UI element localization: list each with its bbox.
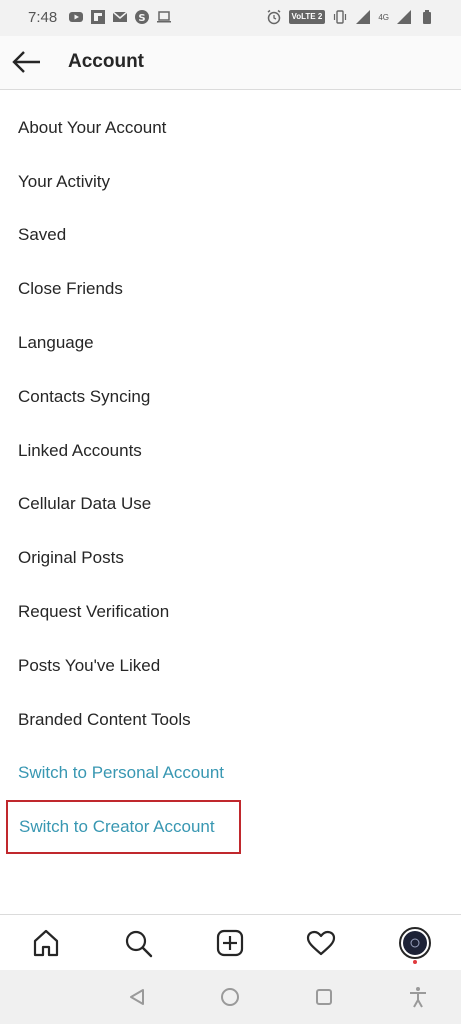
tab-search[interactable] bbox=[120, 925, 156, 961]
system-status-icons: VoLTE 2 4G bbox=[266, 9, 436, 25]
back-triangle-icon bbox=[130, 989, 144, 1005]
vibrate-icon bbox=[334, 10, 347, 24]
menu-item-about-your-account[interactable]: About Your Account bbox=[0, 101, 461, 155]
home-icon bbox=[33, 929, 59, 957]
menu-item-close-friends[interactable]: Close Friends bbox=[0, 262, 461, 316]
menu-item-contacts-syncing[interactable]: Contacts Syncing bbox=[0, 370, 461, 424]
skype-icon: S bbox=[135, 10, 149, 24]
menu-item-language[interactable]: Language bbox=[0, 316, 461, 370]
menu-item-cellular-data-use[interactable]: Cellular Data Use bbox=[0, 478, 461, 532]
menu-item-your-activity[interactable]: Your Activity bbox=[0, 155, 461, 209]
nav-home-button[interactable] bbox=[218, 985, 242, 1009]
new-post-icon bbox=[216, 929, 244, 957]
menu-item-original-posts[interactable]: Original Posts bbox=[0, 531, 461, 585]
svg-text:S: S bbox=[138, 13, 145, 24]
switch-to-creator-account-link[interactable]: Switch to Creator Account bbox=[6, 800, 241, 855]
menu-item-branded-content-tools[interactable]: Branded Content Tools bbox=[0, 693, 461, 747]
battery-icon bbox=[423, 10, 431, 24]
profile-avatar bbox=[399, 927, 431, 964]
tab-home[interactable] bbox=[28, 925, 64, 961]
menu-item-linked-accounts[interactable]: Linked Accounts bbox=[0, 424, 461, 478]
nav-recents-button[interactable] bbox=[312, 985, 336, 1009]
network-type: 4G bbox=[378, 12, 389, 22]
account-menu: About Your Account Your Activity Saved C… bbox=[0, 101, 461, 855]
menu-item-posts-youve-liked[interactable]: Posts You've Liked bbox=[0, 639, 461, 693]
switch-to-personal-account-link[interactable]: Switch to Personal Account bbox=[0, 747, 461, 801]
nav-accessibility-button[interactable] bbox=[406, 985, 430, 1009]
laptop-icon bbox=[157, 11, 171, 23]
signal-icon-2 bbox=[397, 10, 411, 24]
bottom-tab-bar bbox=[0, 914, 461, 971]
alarm-icon bbox=[267, 9, 280, 25]
status-bar: 7:48 S VoLTE 2 4G bbox=[0, 0, 461, 36]
status-time: 7:48 bbox=[28, 9, 58, 26]
nav-back-button[interactable] bbox=[125, 985, 149, 1009]
menu-item-saved[interactable]: Saved bbox=[0, 209, 461, 263]
activity-heart-icon bbox=[306, 930, 336, 956]
page-title: Account bbox=[68, 51, 144, 72]
signal-icon bbox=[356, 10, 371, 24]
back-button[interactable] bbox=[8, 48, 48, 76]
recents-square-icon bbox=[316, 989, 332, 1005]
accessibility-icon bbox=[410, 987, 426, 1008]
tab-activity[interactable] bbox=[303, 925, 339, 961]
tab-new-post[interactable] bbox=[212, 925, 248, 961]
arrow-left-icon bbox=[12, 51, 40, 73]
volte-badge: VoLTE 2 bbox=[288, 10, 326, 24]
menu-item-request-verification[interactable]: Request Verification bbox=[0, 585, 461, 639]
gmail-icon bbox=[112, 11, 128, 22]
youtube-icon bbox=[69, 12, 83, 22]
flipboard-icon bbox=[91, 10, 105, 24]
system-nav-bar bbox=[0, 970, 461, 1024]
header-bar: Account bbox=[0, 36, 461, 90]
search-icon bbox=[125, 930, 153, 958]
notification-icons: S bbox=[68, 9, 172, 25]
tab-profile[interactable] bbox=[397, 925, 433, 964]
home-circle-icon bbox=[221, 988, 239, 1006]
